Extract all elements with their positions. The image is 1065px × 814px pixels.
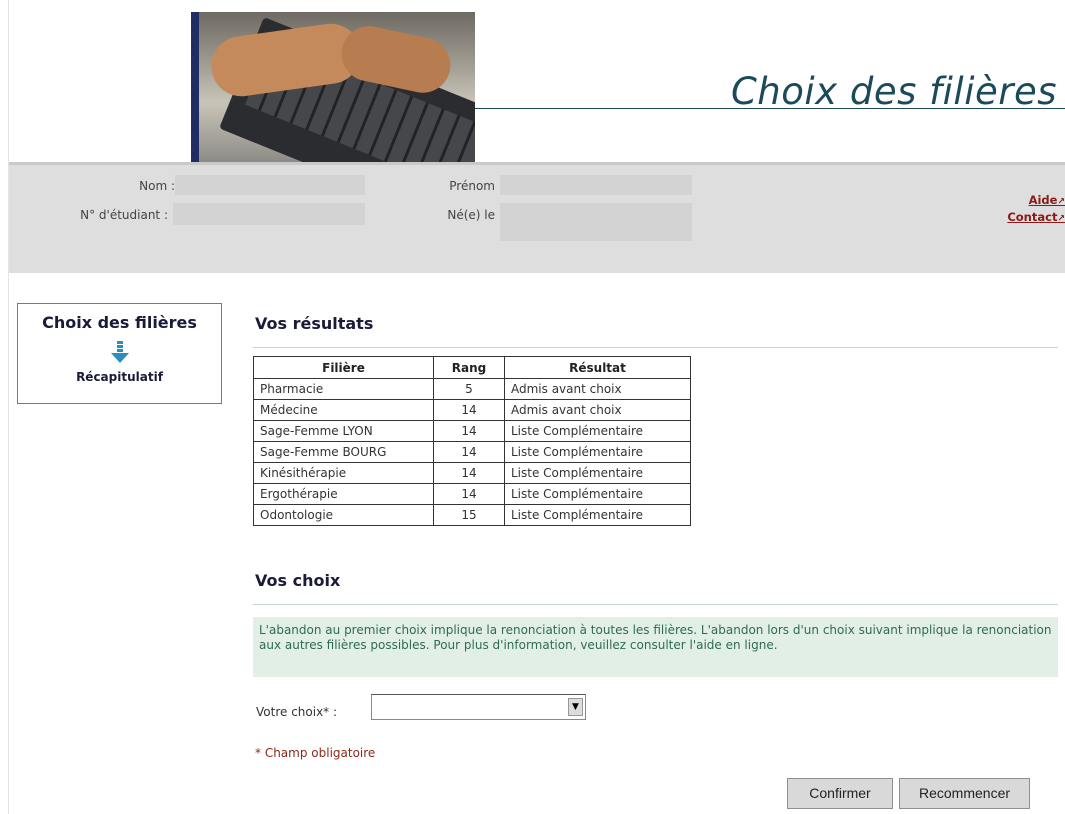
cell-rang: 15 xyxy=(433,504,505,526)
cell-resultat: Liste Complémentaire xyxy=(504,462,691,484)
table-header-row: Filière Rang Résultat xyxy=(253,356,691,379)
cell-rang: 14 xyxy=(433,420,505,442)
down-arrow-icon xyxy=(110,341,129,365)
cell-rang: 5 xyxy=(433,378,505,400)
header-photo xyxy=(191,12,475,162)
page-header: Choix des filières xyxy=(9,0,1065,162)
column-header-resultat: Résultat xyxy=(504,356,691,379)
choice-select[interactable]: ▼ xyxy=(371,694,586,720)
choices-heading: Vos choix xyxy=(255,571,341,590)
numero-value xyxy=(173,203,365,225)
external-link-icon: ↗ xyxy=(1057,197,1065,207)
cell-rang: 14 xyxy=(433,441,505,463)
sidebar-title: Choix des filières xyxy=(42,313,197,332)
cell-filiere: Odontologie xyxy=(253,504,434,526)
prenom-label: Prénom xyxy=(449,179,495,193)
required-field-note: * Champ obligatoire xyxy=(255,746,376,760)
nom-label: Nom : xyxy=(139,179,175,193)
table-row: Sage-Femme LYON 14 Liste Complémentaire xyxy=(253,420,691,442)
choice-select-label: Votre choix* : xyxy=(256,705,338,719)
student-info-bar: Nom : N° d'étudiant : Prénom Né(e) le Ai… xyxy=(9,162,1065,273)
cell-resultat: Liste Complémentaire xyxy=(504,441,691,463)
sidebar-item-recapitulatif[interactable]: Récapitulatif xyxy=(18,370,221,384)
cell-rang: 14 xyxy=(433,399,505,421)
cell-resultat: Liste Complémentaire xyxy=(504,504,691,526)
cell-filiere: Ergothérapie xyxy=(253,483,434,505)
external-link-icon: ↗ xyxy=(1057,214,1065,224)
abandon-notice: L'abandon au premier choix implique la r… xyxy=(253,617,1058,677)
cell-filiere: Médecine xyxy=(253,399,434,421)
page-title: Choix des filières xyxy=(730,70,1057,113)
prenom-value xyxy=(500,175,692,195)
results-heading: Vos résultats xyxy=(255,314,374,333)
cell-resultat: Admis avant choix xyxy=(504,378,691,400)
cell-resultat: Admis avant choix xyxy=(504,399,691,421)
aide-link[interactable]: Aide↗ xyxy=(1029,193,1065,207)
table-row: Pharmacie 5 Admis avant choix xyxy=(253,378,691,400)
cell-rang: 14 xyxy=(433,483,505,505)
cell-resultat: Liste Complémentaire xyxy=(504,420,691,442)
cell-filiere: Pharmacie xyxy=(253,378,434,400)
cell-rang: 14 xyxy=(433,462,505,484)
results-divider xyxy=(253,347,1058,348)
cell-filiere: Sage-Femme BOURG xyxy=(253,441,434,463)
contact-link-label: Contact xyxy=(1007,210,1058,224)
table-row: Ergothérapie 14 Liste Complémentaire xyxy=(253,483,691,505)
table-row: Médecine 14 Admis avant choix xyxy=(253,399,691,421)
results-table: Filière Rang Résultat Pharmacie 5 Admis … xyxy=(253,356,691,526)
table-row: Sage-Femme BOURG 14 Liste Complémentaire xyxy=(253,441,691,463)
numero-label: N° d'étudiant : xyxy=(80,208,168,222)
aide-link-label: Aide xyxy=(1028,193,1058,207)
nom-value xyxy=(175,175,365,195)
naissance-value xyxy=(500,203,692,241)
column-header-filiere: Filière xyxy=(253,356,434,379)
restart-button[interactable]: Recommencer xyxy=(899,778,1030,809)
table-row: Kinésithérapie 14 Liste Complémentaire xyxy=(253,462,691,484)
cell-filiere: Sage-Femme LYON xyxy=(253,420,434,442)
contact-link[interactable]: Contact↗ xyxy=(1007,210,1065,224)
column-header-rang: Rang xyxy=(433,356,505,379)
cell-resultat: Liste Complémentaire xyxy=(504,483,691,505)
table-row: Odontologie 15 Liste Complémentaire xyxy=(253,504,691,526)
naissance-label: Né(e) le xyxy=(447,208,495,222)
dropdown-arrow-icon[interactable]: ▼ xyxy=(568,698,583,716)
cell-filiere: Kinésithérapie xyxy=(253,462,434,484)
confirm-button[interactable]: Confirmer xyxy=(787,778,893,809)
sidebar-nav: Choix des filières Récapitulatif xyxy=(17,303,222,404)
choices-divider xyxy=(253,604,1058,605)
